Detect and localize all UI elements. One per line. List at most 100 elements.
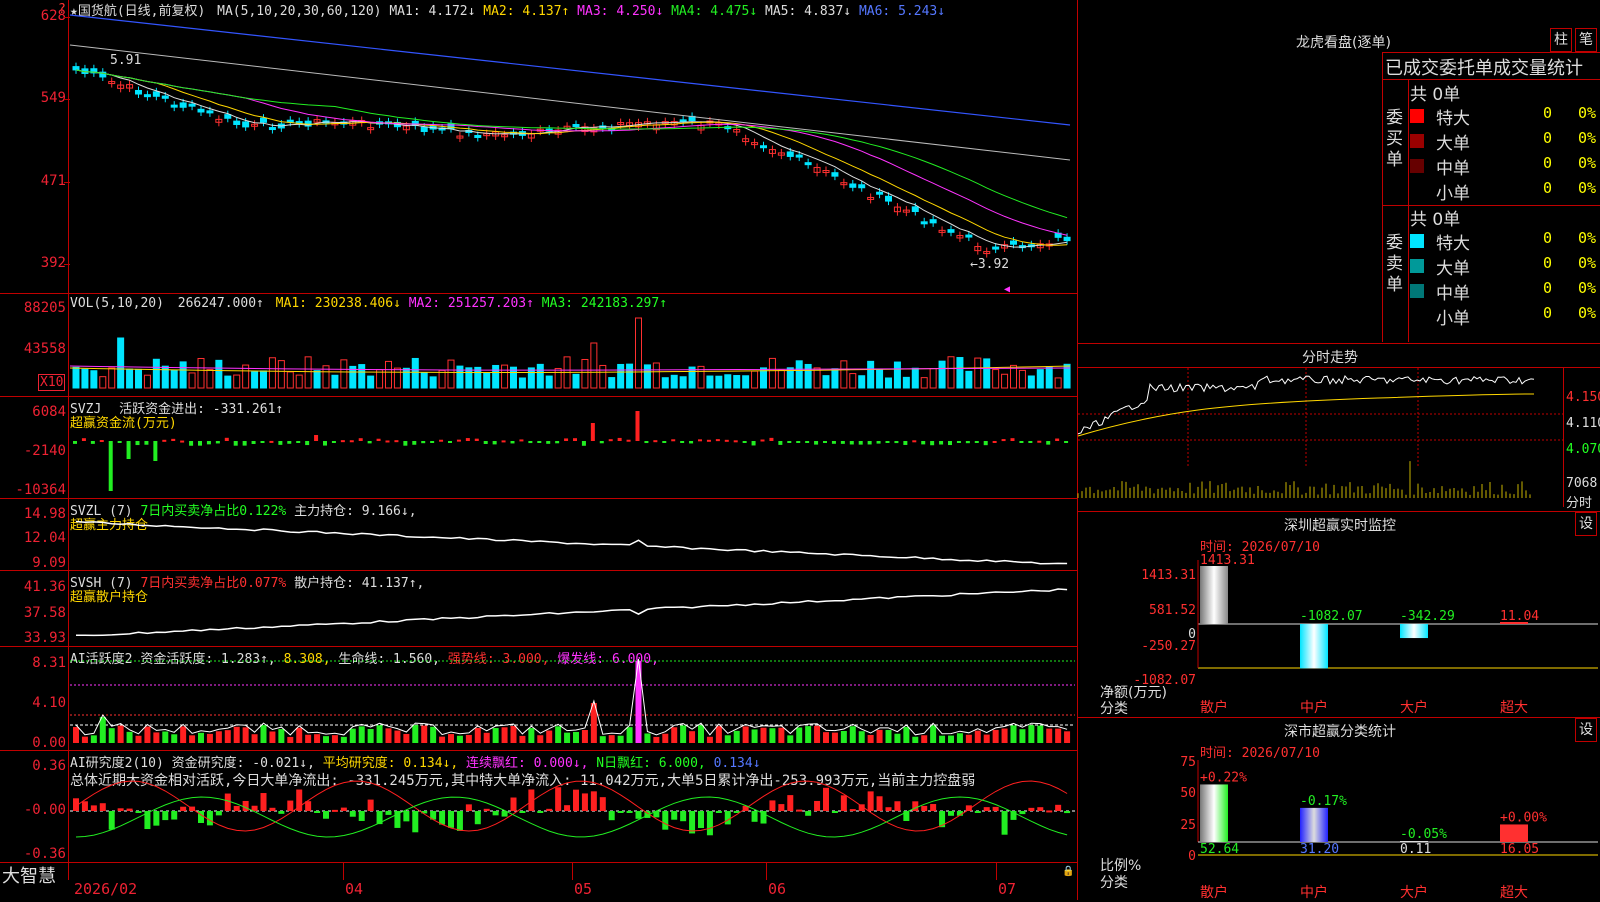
flow-bar (974, 441, 979, 443)
flow-bar (858, 441, 863, 445)
activity-bar (153, 732, 160, 743)
research-bar (162, 811, 169, 821)
bar-mode-button[interactable]: 柱 (1550, 28, 1572, 52)
flow-bar (126, 441, 131, 459)
activity-bar (983, 734, 990, 743)
szc-ytick-3: 25 (1180, 818, 1196, 833)
research-bar (689, 811, 696, 834)
buy-m-name: 中单 (1436, 159, 1470, 179)
candle (849, 183, 857, 188)
flow-bar (992, 440, 997, 443)
sell-row-m: 中单 0 0% (1410, 279, 1600, 304)
research-bar (1055, 804, 1062, 811)
volume-bar (885, 377, 892, 389)
flow-bar (474, 438, 479, 441)
flow-bar (251, 441, 256, 444)
sell-total: 共 0单 (1410, 210, 1461, 230)
candle (965, 234, 973, 238)
candle (420, 126, 428, 132)
activity-bar (1055, 728, 1062, 743)
volume-bar (420, 372, 428, 389)
activity-bar (546, 730, 553, 743)
retail-holding-chart (75, 588, 1068, 637)
tick-mode-button[interactable]: 笔 (1575, 28, 1597, 52)
szc-bar-4 (1500, 824, 1528, 842)
activity-bar (706, 736, 713, 743)
candle (786, 151, 794, 157)
szc-value-3: 0.11 (1400, 842, 1431, 857)
activity-chart (70, 658, 1075, 743)
candle (143, 94, 151, 98)
flow-bar (885, 441, 890, 443)
date-label-5: 07 (998, 880, 1017, 898)
sz-bar-label-3: -342.29 (1400, 609, 1455, 624)
research-bar (671, 811, 678, 820)
activity-bar (992, 729, 999, 743)
flow-bar (796, 441, 801, 443)
volume-bar (90, 370, 98, 389)
volume-bar (742, 375, 750, 389)
volume-bar (143, 374, 151, 389)
sz-monitor-settings-button[interactable]: 设 (1575, 512, 1597, 536)
activity-bar (715, 726, 722, 743)
lhb-header: 已成交委托单成交量统计 (1385, 58, 1583, 79)
flow-bar (528, 441, 533, 444)
activity-bar (974, 730, 981, 743)
research-bar (180, 806, 187, 811)
activity-bar (403, 733, 410, 743)
buy-row-s: 小单 0 0% (1410, 179, 1600, 204)
szc-ytick-1: 75 (1180, 755, 1196, 770)
activity-bar (1037, 725, 1044, 743)
volume-bar (733, 375, 741, 389)
volume-bar (456, 365, 464, 389)
flow-bar (99, 440, 104, 443)
volume-bar (501, 364, 509, 389)
research-bar (206, 811, 213, 826)
candle (188, 103, 196, 107)
ma-line-6 (69, 14, 1071, 126)
volume-bar (617, 363, 625, 389)
research-bar (117, 808, 124, 811)
flow-bar (814, 441, 819, 445)
volume-bar (858, 375, 866, 389)
volume-bar (1018, 369, 1026, 389)
flow-bar (224, 437, 229, 441)
research-bar (573, 789, 579, 811)
flow-bar (331, 441, 336, 443)
flow-bar (501, 440, 506, 443)
volume-bar (911, 367, 919, 389)
candle (992, 246, 1000, 250)
activity-bar (689, 731, 696, 743)
volume-bar (179, 361, 187, 389)
buy-l-name: 大单 (1436, 134, 1470, 154)
buy-xl-name: 特大 (1436, 109, 1470, 129)
flow-bar (349, 440, 354, 443)
flow-bar (948, 441, 952, 446)
sz-class-settings-button[interactable]: 设 (1575, 718, 1597, 742)
volume-bar (831, 368, 839, 389)
research-bar (921, 805, 928, 811)
flow-bar (305, 441, 310, 446)
flow-bar (278, 441, 283, 445)
flow-bar (644, 441, 649, 444)
flow-bar (983, 441, 988, 446)
activity-bar (287, 736, 294, 743)
szc-change-2: -0.17% (1300, 794, 1347, 809)
research-bar (751, 811, 758, 822)
flow-bar (1028, 441, 1033, 443)
research-bar (1037, 807, 1044, 811)
volume-bar (108, 367, 116, 389)
research-bar (492, 811, 499, 816)
activity-bar (349, 728, 356, 743)
flow-bar (233, 441, 238, 446)
vol-ytick-2: 43558 (23, 341, 66, 357)
volume-bar (965, 370, 973, 389)
activity-bar (331, 735, 338, 743)
candle (72, 66, 80, 71)
flow-bar (823, 441, 827, 443)
volume-bar (447, 359, 455, 389)
activity-bar (367, 728, 374, 743)
activity-bar (394, 730, 401, 743)
flow-bar (1055, 438, 1060, 441)
lock-icon[interactable]: 🔒 (1062, 866, 1074, 877)
